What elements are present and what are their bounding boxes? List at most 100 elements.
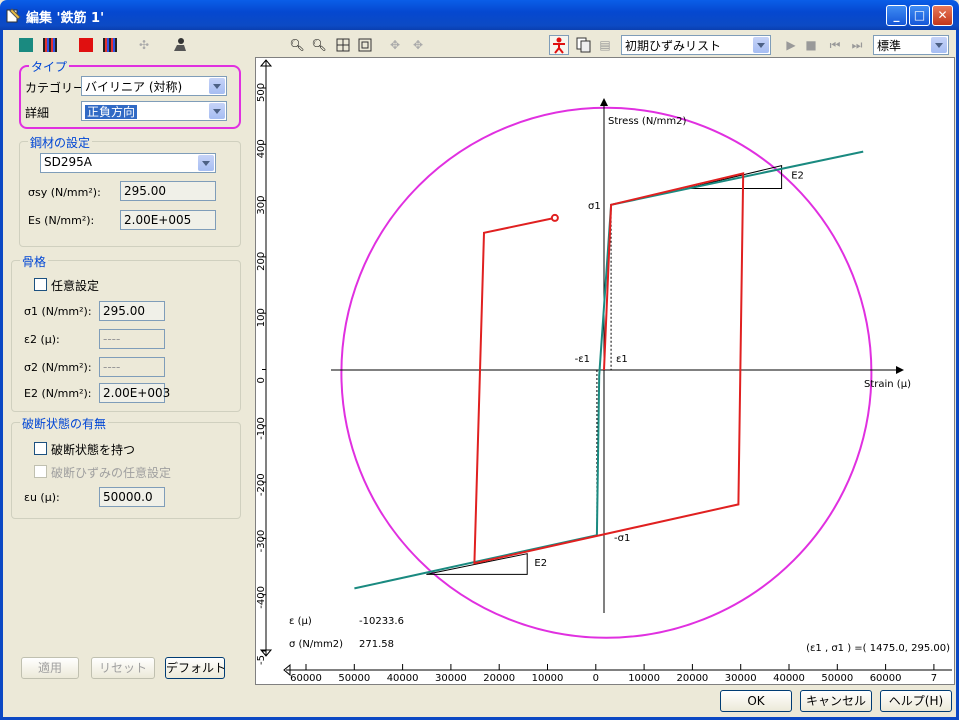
- sigma1-label: σ1: [588, 201, 601, 212]
- teal-pattern-icon[interactable]: [40, 35, 60, 55]
- apply-button[interactable]: 適用: [21, 657, 79, 679]
- initial-strain-list-select[interactable]: 初期ひずみリスト: [621, 35, 771, 55]
- es-field[interactable]: 2.00E+005: [120, 210, 216, 230]
- y-tick-label: -200: [256, 473, 267, 496]
- stress-axis-arrow: [600, 98, 608, 106]
- pan-alt-icon[interactable]: ✥: [408, 35, 428, 55]
- x-tick-label: 20000: [676, 673, 708, 684]
- zoom-out-icon[interactable]: 🔍︎: [309, 35, 329, 55]
- close-button[interactable]: ✕: [932, 5, 953, 26]
- sigma1-label: σ1 (N/mm²):: [24, 305, 92, 318]
- x-tick-label: 30000: [725, 673, 757, 684]
- chevron-down-icon[interactable]: [931, 37, 947, 53]
- plot-area[interactable]: 500 400 300 200 100 0 -100 -200 -300 -400 -5 60000 5…: [255, 57, 955, 685]
- y-tick-label: 0: [256, 377, 267, 383]
- y-tick-label: 300: [256, 196, 267, 215]
- steel-group-title: 鋼材の設定: [28, 134, 93, 151]
- mode-select-value: 標準: [877, 39, 902, 53]
- highlight-circle: [340, 106, 873, 639]
- pan-icon[interactable]: ✥: [385, 35, 405, 55]
- es-label: Es (N/mm²):: [28, 214, 95, 227]
- teal-color-icon[interactable]: [16, 35, 36, 55]
- minimize-button[interactable]: _: [886, 5, 907, 26]
- title-bar: 編集 '鉄筋 1' _ □ ✕: [0, 0, 959, 30]
- y-tick-label: 200: [256, 252, 267, 271]
- ok-button[interactable]: OK: [720, 690, 792, 712]
- sigma2-field[interactable]: ----: [99, 357, 165, 377]
- current-point-marker[interactable]: [550, 213, 559, 222]
- zoom-window-icon[interactable]: [355, 35, 375, 55]
- chevron-down-icon[interactable]: [209, 78, 225, 94]
- detail-label: 詳細: [25, 106, 50, 120]
- play-icon[interactable]: ▶: [781, 35, 801, 55]
- type-group: タイプ カテゴリー バイリニア (対称) 詳細 正負方向: [19, 58, 241, 129]
- red-pattern-icon[interactable]: [100, 35, 120, 55]
- list-icon[interactable]: ▤: [595, 35, 615, 55]
- mode-select[interactable]: 標準: [873, 35, 949, 55]
- eps-u-field[interactable]: 50000.0: [99, 487, 165, 507]
- readout-stress-value: 271.58: [359, 639, 394, 650]
- e2-label: E2 (N/mm²):: [24, 387, 92, 400]
- app-icon: [6, 8, 21, 23]
- x-tick-label: 20000: [483, 673, 515, 684]
- neg-sigma1-label: -σ1: [614, 533, 630, 544]
- skeleton-group: 骨格 任意設定 σ1 (N/mm²): 295.00 ε2 (μ): ---- …: [11, 253, 241, 412]
- has-fracture-label: 破断状態を持つ: [51, 443, 136, 457]
- x-tick-label: 50000: [821, 673, 853, 684]
- e2-neg-label: E2: [534, 558, 547, 569]
- category-select[interactable]: バイリニア (対称): [81, 76, 227, 96]
- y-tick-label: 400: [256, 139, 267, 158]
- e2-field[interactable]: 2.00E+003: [99, 383, 170, 403]
- has-fracture-checkbox[interactable]: [34, 442, 47, 455]
- eps2-field[interactable]: ----: [99, 329, 165, 349]
- custom-setting-label: 任意設定: [51, 279, 100, 293]
- help-button[interactable]: ヘルプ(H): [880, 690, 952, 712]
- readout-strain-label: ε (μ): [289, 616, 312, 627]
- strain-axis-arrow: [896, 366, 904, 374]
- point-readout: (ε1 , σ1 ) =( 1475.0, 295.00): [806, 643, 950, 654]
- readout-strain-value: -10233.6: [359, 616, 404, 627]
- maximize-button[interactable]: □: [909, 5, 930, 26]
- red-color-icon[interactable]: [76, 35, 96, 55]
- hysteresis-chart[interactable]: 500 400 300 200 100 0 -100 -200 -300 -400 -5 60000 5…: [256, 58, 954, 684]
- zoom-in-icon[interactable]: 🔍︎: [287, 35, 307, 55]
- person-icon[interactable]: [549, 35, 569, 55]
- x-tick-label: 40000: [387, 673, 419, 684]
- chevron-down-icon[interactable]: [198, 155, 214, 171]
- x-tick-label: 50000: [338, 673, 370, 684]
- x-tick-label: 40000: [773, 673, 805, 684]
- custom-fracture-strain-checkbox[interactable]: [34, 465, 47, 478]
- copy-icon[interactable]: [573, 35, 593, 55]
- move-icon[interactable]: ✣: [134, 35, 154, 55]
- sigma2-label: σ2 (N/mm²):: [24, 361, 92, 374]
- strain-axis-label: Strain (μ): [864, 379, 911, 390]
- custom-setting-checkbox[interactable]: [34, 278, 47, 291]
- detail-select[interactable]: 正負方向: [81, 101, 227, 121]
- sigma1-field[interactable]: 295.00: [99, 301, 165, 321]
- step-back-icon[interactable]: ⏮: [825, 35, 845, 55]
- fracture-group-title: 破断状態の有無: [20, 415, 109, 432]
- cancel-button[interactable]: キャンセル: [800, 690, 872, 712]
- x-tick-label: 60000: [870, 673, 902, 684]
- neg-eps1-label: -ε1: [575, 354, 590, 365]
- default-button[interactable]: デフォルト: [165, 657, 226, 679]
- sigma-sy-field[interactable]: 295.00: [120, 181, 216, 201]
- readout-stress-label: σ (N/mm2): [289, 639, 343, 650]
- step-forward-icon[interactable]: ⏭: [847, 35, 867, 55]
- user-settings-icon[interactable]: [170, 35, 190, 55]
- custom-fracture-strain-label: 破断ひずみの任意設定: [51, 466, 172, 480]
- x-tick-label: 10000: [628, 673, 660, 684]
- eps-u-label: εu (μ):: [24, 491, 60, 504]
- chevron-down-icon[interactable]: [209, 103, 225, 119]
- y-tick-label: -5: [256, 655, 267, 665]
- x-tick-label: 0: [593, 673, 599, 684]
- chevron-down-icon[interactable]: [753, 37, 769, 53]
- dialog-button-bar: OK キャンセル ヘルプ(H): [0, 685, 959, 720]
- x-tick-label: 10000: [532, 673, 564, 684]
- reset-button[interactable]: リセット: [91, 657, 155, 679]
- fit-all-icon[interactable]: [333, 35, 353, 55]
- stop-icon[interactable]: ■: [801, 35, 821, 55]
- material-select[interactable]: SD295A: [40, 153, 216, 173]
- fracture-group: 破断状態の有無 破断状態を持つ 破断ひずみの任意設定 εu (μ): 50000…: [11, 415, 241, 519]
- steel-group: 鋼材の設定 SD295A σsy (N/mm²): 295.00 Es (N/m…: [19, 134, 241, 247]
